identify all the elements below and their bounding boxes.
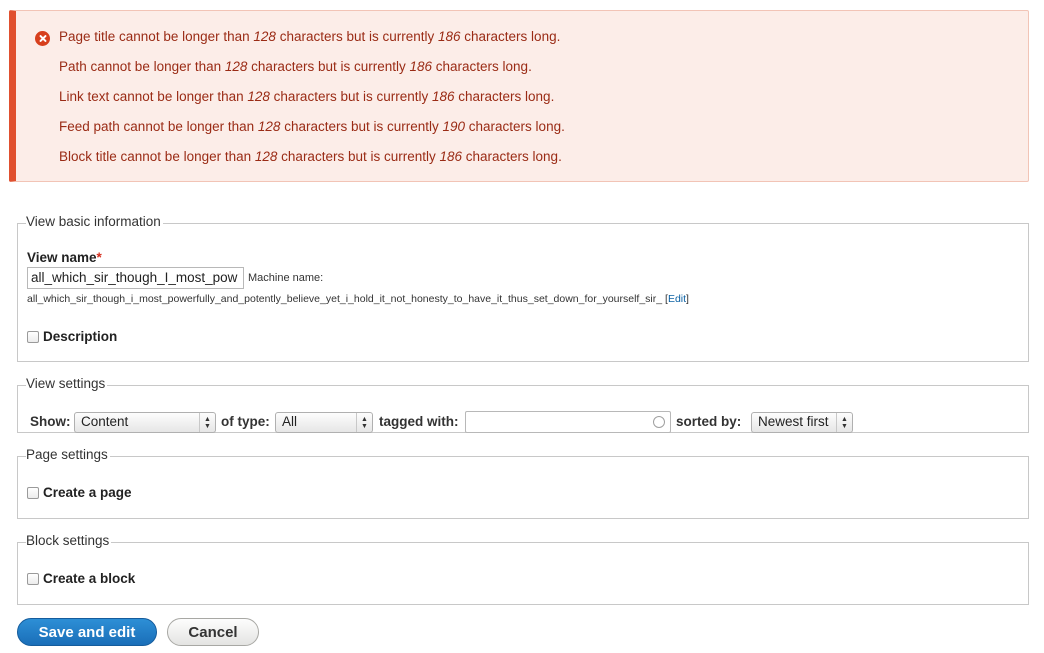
error-message-link-text: Link text cannot be longer than 128 char… [59, 89, 555, 104]
legend-view-settings: View settings [26, 376, 108, 391]
required-mark: * [96, 250, 102, 265]
create-page-checkbox[interactable] [27, 486, 39, 499]
legend-block-settings: Block settings [26, 533, 112, 548]
sorted-select[interactable]: Newest first ▲ ▼ [751, 412, 853, 433]
machine-name-row: all_which_sir_though_i_most_powerfully_a… [27, 293, 689, 305]
type-label: of type: [221, 414, 270, 429]
machine-name-label: Machine name: [248, 272, 324, 284]
machine-name-value: all_which_sir_though_i_most_powerfully_a… [27, 293, 663, 305]
sorted-label: sorted by: [676, 414, 742, 429]
fieldset-view-settings: View settings Show: Content ▲ ▼ of type: … [17, 376, 1029, 433]
view-name-label: View name [27, 250, 97, 265]
legend-page-settings: Page settings [26, 447, 110, 462]
save-and-edit-button[interactable]: Save and edit [17, 618, 157, 646]
description-checkbox-row[interactable]: Description [27, 329, 117, 344]
machine-name-edit-link[interactable]: Edit [668, 293, 686, 305]
sorted-select-value: Newest first [758, 414, 829, 429]
error-message-feed-path: Feed path cannot be longer than 128 char… [59, 119, 565, 134]
description-checkbox[interactable] [27, 330, 39, 343]
cancel-button[interactable]: Cancel [167, 618, 259, 646]
tagged-with-input[interactable] [465, 411, 671, 433]
error-message-page-title: Page title cannot be longer than 128 cha… [59, 29, 561, 44]
autocomplete-throbber-icon [653, 416, 665, 428]
view-name-label-wrap: View name* [27, 249, 102, 267]
edit-bracket-close: ] [686, 293, 689, 305]
create-block-checkbox-row[interactable]: Create a block [27, 571, 135, 586]
error-icon [35, 31, 50, 46]
tagged-label: tagged with: [379, 414, 459, 429]
view-name-input[interactable]: all_which_sir_though_I_most_pow [27, 267, 244, 289]
type-select[interactable]: All ▲ ▼ [275, 412, 373, 433]
select-arrows-icon: ▲ ▼ [836, 413, 852, 432]
fieldset-page-settings: Page settings Create a page [17, 447, 1029, 519]
type-select-value: All [282, 414, 298, 429]
show-select[interactable]: Content ▲ ▼ [74, 412, 216, 433]
error-messages: Page title cannot be longer than 128 cha… [9, 10, 1029, 182]
create-block-label: Create a block [43, 571, 136, 586]
create-page-label: Create a page [43, 485, 132, 500]
create-block-checkbox[interactable] [27, 572, 39, 585]
select-arrows-icon: ▲ ▼ [356, 413, 372, 432]
error-message-block-title: Block title cannot be longer than 128 ch… [59, 149, 562, 164]
show-label: Show: [30, 414, 71, 429]
create-page-checkbox-row[interactable]: Create a page [27, 485, 132, 500]
show-select-value: Content [81, 414, 129, 429]
description-label: Description [43, 329, 118, 344]
legend-basic-information: View basic information [26, 214, 163, 229]
fieldset-block-settings: Block settings Create a block [17, 533, 1029, 605]
error-message-path: Path cannot be longer than 128 character… [59, 59, 532, 74]
select-arrows-icon: ▲ ▼ [199, 413, 215, 432]
fieldset-basic-information: View basic information View name* all_wh… [17, 214, 1029, 362]
